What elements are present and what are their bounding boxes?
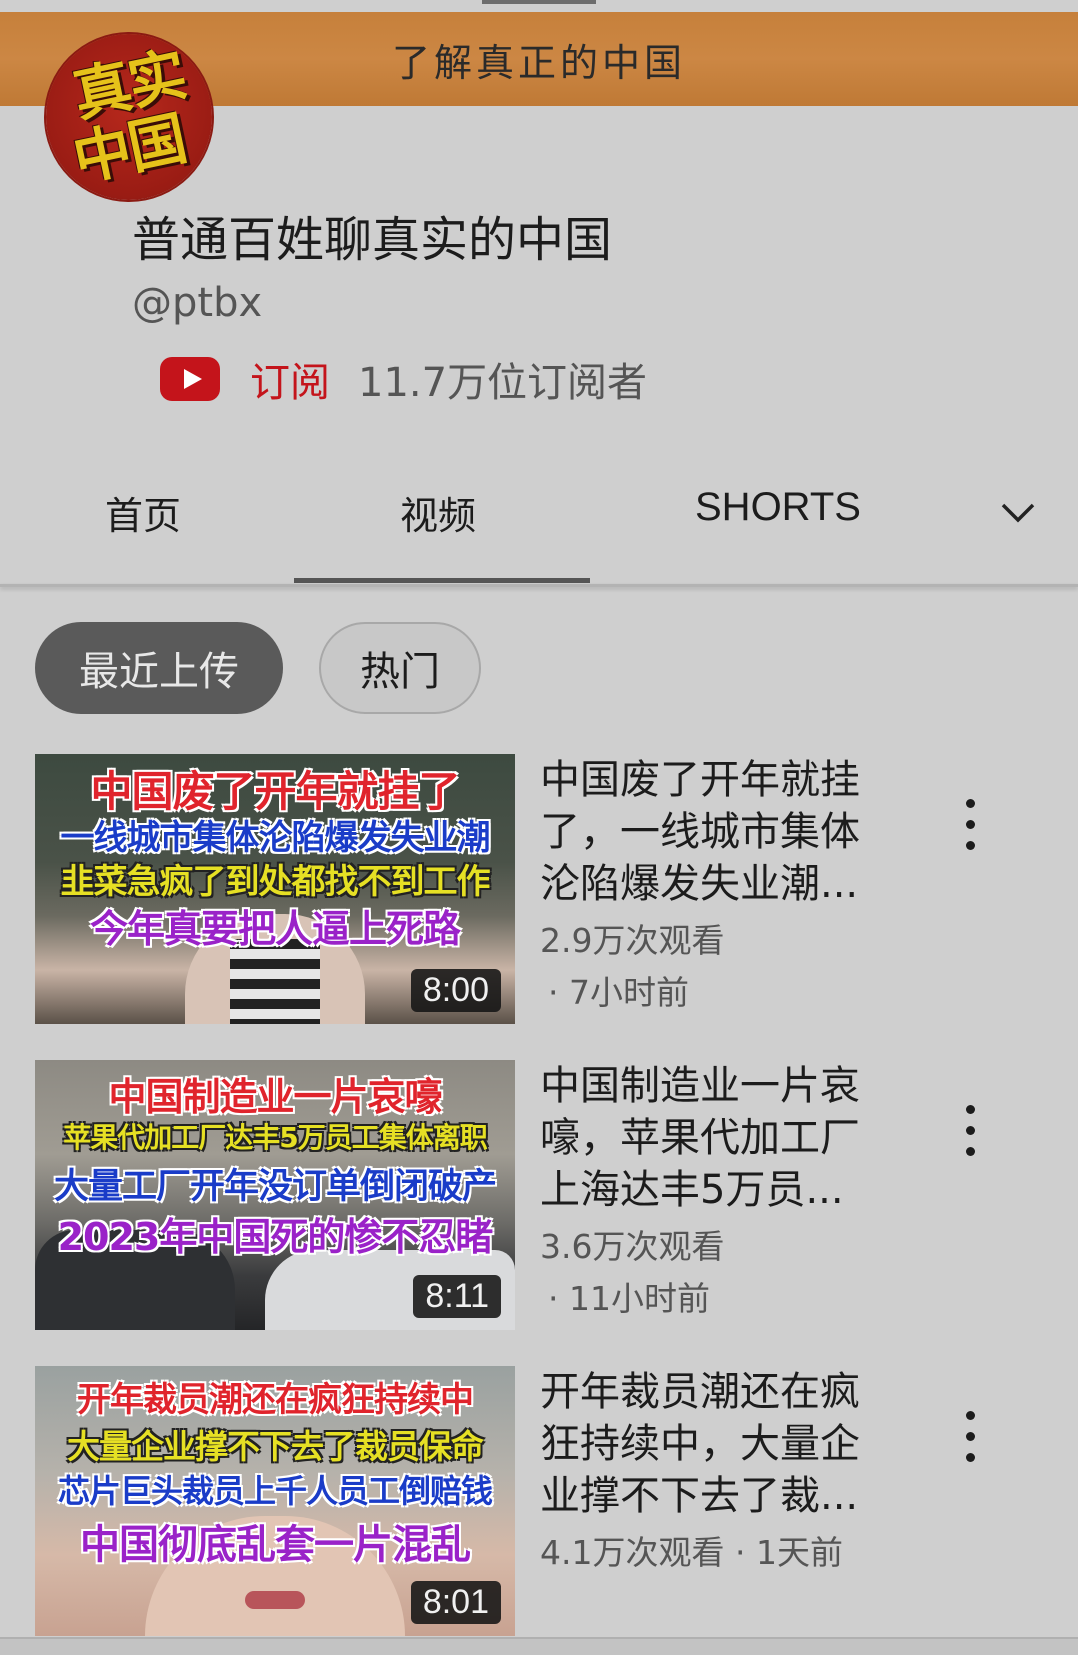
thumbnail-text: 大量企业撑不下去了裁员保命 [67,1427,484,1466]
thumbnail-text: 中国制造业一片哀嚎 [108,1075,442,1119]
video-thumbnail[interactable]: 中国废了开年就挂了 一线城市集体沦陷爆发失业潮 韭菜急疯了到处都找不到工作 今年… [35,754,515,1024]
thumbnail-text: 大量工厂开年没订单倒闭破产 [53,1167,497,1207]
channel-name: 普通百姓聊真实的中国 [132,212,613,268]
video-thumbnail[interactable]: 开年裁员潮还在疯狂持续中 大量企业撑不下去了裁员保命 芯片巨头裁员上千人员工倒赔… [35,1366,515,1636]
video-item[interactable]: 开年裁员潮还在疯狂持续中 大量企业撑不下去了裁员保命 芯片巨头裁员上千人员工倒赔… [0,1366,1078,1636]
tab-videos[interactable]: 视频 [400,485,476,540]
video-views: 4.1万次观看 [540,1533,725,1572]
channel-avatar[interactable]: 真实 中国 [46,34,212,200]
active-tab-indicator [294,578,590,583]
video-item[interactable]: 中国制造业一片哀嚎 苹果代加工厂达丰5万员工集体离职 大量工厂开年没订单倒闭破产… [0,1060,1078,1330]
thumbnail-text: 今年真要把人逼上死路 [89,907,461,951]
video-views: 3.6万次观看 [540,1227,725,1266]
thumbnail-text: 苹果代加工厂达丰5万员工集体离职 [63,1121,487,1154]
video-duration: 8:00 [410,969,501,1012]
bottom-nav-edge [0,1637,1078,1655]
video-age: · 1天前 [734,1533,843,1572]
subscribe-row: 订阅 11.7万位订阅者 [160,354,647,406]
video-thumbnail[interactable]: 中国制造业一片哀嚎 苹果代加工厂达丰5万员工集体离职 大量工厂开年没订单倒闭破产… [35,1060,515,1330]
tab-home[interactable]: 首页 [105,485,181,540]
video-title[interactable]: 开年裁员潮还在疯狂持续中，大量企业撑不下去了裁... [540,1366,880,1522]
tab-shorts[interactable]: SHORTS [695,485,861,530]
channel-page: 了解真正的中国 真实 中国 普通百姓聊真实的中国 @ptbx 订阅 11.7万位… [0,0,1078,1655]
more-options-icon[interactable] [960,799,980,859]
video-duration: 8:11 [413,1275,501,1318]
more-options-icon[interactable] [960,1411,980,1471]
chip-popular[interactable]: 热门 [319,622,481,714]
thumbnail-text: 2023年中国死的惨不忍睹 [57,1215,494,1259]
video-duration: 8:01 [410,1581,501,1624]
channel-tabs: 首页 视频 SHORTS [0,455,1078,585]
chevron-down-icon[interactable] [1000,495,1036,531]
channel-handle: @ptbx [132,280,263,326]
thumbnail-text: 芯片巨头裁员上千人员工倒赔钱 [57,1472,493,1510]
thumbnail-text: 一线城市集体沦陷爆发失业潮 [60,818,491,858]
tabs-divider [0,584,1078,587]
video-item[interactable]: 中国废了开年就挂了 一线城市集体沦陷爆发失业潮 韭菜急疯了到处都找不到工作 今年… [0,754,1078,1024]
video-title[interactable]: 中国废了开年就挂了，一线城市集体沦陷爆发失业潮... [540,754,880,910]
thumbnail-text: 开年裁员潮还在疯狂持续中 [77,1380,474,1420]
video-age: · 7小时前 [548,973,689,1012]
subscriber-count: 11.7万位订阅者 [358,360,648,406]
chip-recent[interactable]: 最近上传 [35,622,283,714]
youtube-play-icon [160,357,220,401]
thumbnail-text: 中国彻底乱套一片混乱 [80,1522,471,1568]
video-age: · 11小时前 [548,1279,710,1318]
more-options-icon[interactable] [960,1105,980,1165]
video-title[interactable]: 中国制造业一片哀嚎，苹果代加工厂上海达丰5万员... [540,1060,880,1216]
video-views-and-age: 4.1万次观看 · 1天前 [540,1526,843,1574]
status-notch [482,0,596,4]
thumbnail-text: 韭菜急疯了到处都找不到工作 [60,862,491,902]
subscribe-button[interactable]: 订阅 [250,350,330,408]
video-views: 2.9万次观看 [540,921,725,960]
